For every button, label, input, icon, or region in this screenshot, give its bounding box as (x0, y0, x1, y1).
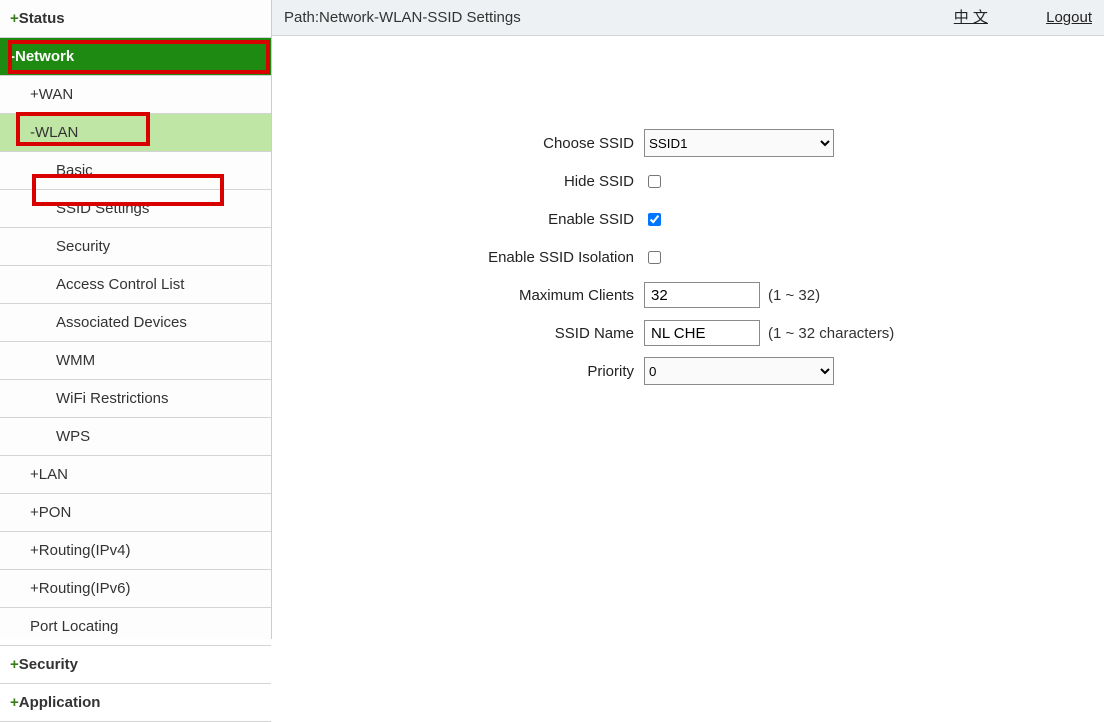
menu-label: Routing(IPv4) (39, 542, 131, 559)
menu-wlan-wmm[interactable]: WMM (0, 342, 271, 380)
menu-wlan-wifi-restrictions[interactable]: WiFi Restrictions (0, 380, 271, 418)
expand-icon: + (30, 580, 39, 597)
menu-label: Application (19, 694, 101, 711)
menu-label: Security (19, 656, 78, 673)
breadcrumb: Path:Network-WLAN-SSID Settings (284, 0, 521, 35)
expand-icon: + (10, 656, 19, 673)
topbar: Path:Network-WLAN-SSID Settings 中 文 Logo… (272, 0, 1104, 36)
expand-icon: + (30, 504, 39, 521)
menu-routing-ipv4[interactable]: +Routing(IPv4) (0, 532, 271, 570)
input-ssid-name[interactable] (644, 320, 760, 346)
menu-label: Basic (56, 162, 93, 179)
menu-label: Status (19, 10, 65, 27)
menu-label: Associated Devices (56, 314, 187, 331)
menu-wlan[interactable]: -WLAN (0, 114, 271, 152)
select-priority[interactable]: 0 (644, 357, 834, 385)
menu-wlan-security[interactable]: Security (0, 228, 271, 266)
checkbox-enable-ssid[interactable] (648, 213, 661, 226)
label-hide-ssid: Hide SSID (272, 173, 644, 190)
input-max-clients[interactable] (644, 282, 760, 308)
menu-application[interactable]: +Application (0, 684, 271, 722)
menu-label: Access Control List (56, 276, 184, 293)
expand-icon: + (10, 10, 19, 27)
menu-label: Routing(IPv6) (39, 580, 131, 597)
menu-status[interactable]: +Status (0, 0, 271, 38)
menu-label: Network (15, 48, 74, 65)
menu-network[interactable]: -Network (0, 38, 271, 76)
menu-wlan-acl[interactable]: Access Control List (0, 266, 271, 304)
ssid-settings-form: Choose SSID SSID1 Hide SSID Enable SSID … (272, 36, 1104, 390)
label-enable-ssid: Enable SSID (272, 211, 644, 228)
expand-icon: + (10, 694, 19, 711)
menu-wlan-assoc-devices[interactable]: Associated Devices (0, 304, 271, 342)
expand-icon: + (30, 466, 39, 483)
checkbox-hide-ssid[interactable] (648, 175, 661, 188)
menu-label: WMM (56, 352, 95, 369)
sidebar: +Status -Network +WAN -WLAN Basic SSID S… (0, 0, 272, 639)
select-choose-ssid[interactable]: SSID1 (644, 129, 834, 157)
label-ssid-name: SSID Name (272, 325, 644, 342)
expand-icon: + (30, 86, 39, 103)
menu-label: WLAN (35, 124, 78, 141)
menu-security[interactable]: +Security (0, 646, 271, 684)
menu-label: SSID Settings (56, 200, 149, 217)
menu-pon[interactable]: +PON (0, 494, 271, 532)
menu-lan[interactable]: +LAN (0, 456, 271, 494)
menu-label: PON (39, 504, 72, 521)
label-priority: Priority (272, 363, 644, 380)
menu-label: WiFi Restrictions (56, 390, 169, 407)
content-area: Path:Network-WLAN-SSID Settings 中 文 Logo… (272, 0, 1104, 639)
menu-label: Security (56, 238, 110, 255)
menu-label: Port Locating (30, 618, 118, 635)
expand-icon: + (30, 542, 39, 559)
menu-label: WPS (56, 428, 90, 445)
link-language[interactable]: 中 文 (954, 9, 988, 26)
label-choose-ssid: Choose SSID (272, 135, 644, 152)
hint-ssid-name: (1 ~ 32 characters) (768, 325, 894, 342)
menu-wlan-wps[interactable]: WPS (0, 418, 271, 456)
menu-wan[interactable]: +WAN (0, 76, 271, 114)
link-logout[interactable]: Logout (1046, 9, 1092, 26)
label-ssid-isolation: Enable SSID Isolation (272, 249, 644, 266)
label-max-clients: Maximum Clients (272, 287, 644, 304)
hint-max-clients: (1 ~ 32) (768, 287, 820, 304)
menu-routing-ipv6[interactable]: +Routing(IPv6) (0, 570, 271, 608)
menu-port-locating[interactable]: Port Locating (0, 608, 271, 646)
menu-label: WAN (39, 86, 73, 103)
menu-wlan-ssid-settings[interactable]: SSID Settings (0, 190, 271, 228)
checkbox-ssid-isolation[interactable] (648, 251, 661, 264)
menu-wlan-basic[interactable]: Basic (0, 152, 271, 190)
menu-label: LAN (39, 466, 68, 483)
topbar-links: 中 文 Logout (900, 0, 1092, 35)
